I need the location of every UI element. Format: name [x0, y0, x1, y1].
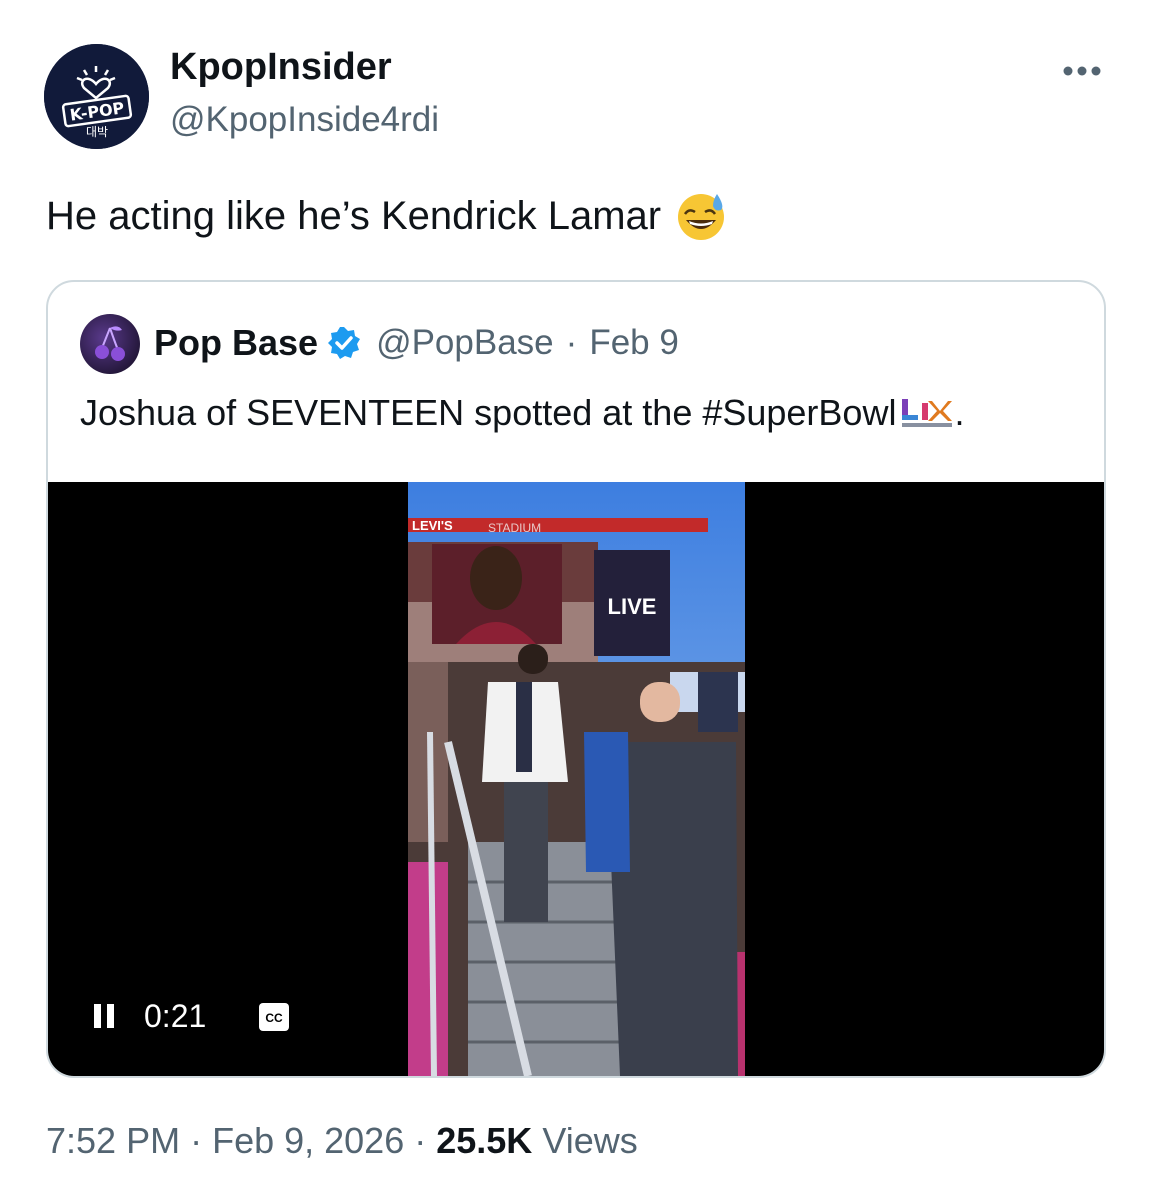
quoted-tweet-header: Pop Base @PopBase · Feb 9	[154, 322, 679, 364]
more-options-button[interactable]	[1058, 56, 1106, 86]
tweet-text-content: He acting like he’s Kendrick Lamar	[46, 193, 662, 238]
tweet-text: He acting like he’s Kendrick Lamar	[46, 190, 727, 242]
super-bowl-lx-logo-icon	[902, 399, 953, 427]
stadium-name-text: STADIUM	[488, 521, 541, 535]
captions-button[interactable]: CC	[258, 1002, 290, 1032]
quoted-tweet-card[interactable]: Pop Base @PopBase · Feb 9 Joshua of SEVE…	[46, 280, 1106, 1078]
verified-badge-icon	[328, 327, 361, 359]
more-dots-icon	[1063, 66, 1101, 76]
tweet-meta: 7:52 PM · Feb 9, 2026 · 25.5K Views	[46, 1120, 638, 1162]
video-frame: LEVI'S STADIUM LIVE	[408, 482, 745, 1076]
views-count[interactable]: 25.5K	[436, 1120, 532, 1161]
author-display-name[interactable]: KpopInsider	[170, 46, 392, 89]
pause-icon	[94, 1004, 114, 1028]
author-avatar[interactable]: K-POP 대박	[44, 44, 149, 149]
header-separator: ·	[565, 323, 578, 362]
avatar-logo-subtext: 대박	[86, 125, 108, 139]
meta-separator-2: ·	[414, 1120, 427, 1161]
stadium-sponsor-text: LEVI'S	[412, 518, 453, 533]
quoted-handle[interactable]: @PopBase	[376, 323, 554, 363]
pause-button[interactable]	[92, 1002, 118, 1030]
quoted-date[interactable]: Feb 9	[589, 323, 679, 363]
views-label[interactable]: Views	[542, 1120, 637, 1161]
screen-live-text: LIVE	[608, 594, 657, 619]
tweet-time[interactable]: 7:52 PM	[46, 1120, 180, 1161]
video-player[interactable]: LEVI'S STADIUM LIVE 0:21 CC	[48, 482, 1104, 1076]
quoted-text-period: .	[954, 392, 965, 433]
tweet-date[interactable]: Feb 9, 2026	[212, 1120, 404, 1161]
quoted-text-content: Joshua of SEVENTEEN spotted at the #Supe…	[80, 392, 897, 433]
meta-separator: ·	[190, 1120, 203, 1161]
closed-captions-icon: CC	[259, 1003, 289, 1031]
quoted-author-avatar[interactable]	[80, 314, 140, 374]
author-handle[interactable]: @KpopInside4rdi	[170, 100, 439, 140]
quoted-tweet-text: Joshua of SEVENTEEN spotted at the #Supe…	[80, 392, 964, 434]
quoted-display-name[interactable]: Pop Base	[154, 322, 318, 364]
cherry-icon	[95, 326, 125, 361]
grinning-face-with-sweat-icon	[678, 194, 725, 240]
video-elapsed-time: 0:21	[144, 998, 207, 1034]
captions-label: CC	[265, 1011, 283, 1025]
